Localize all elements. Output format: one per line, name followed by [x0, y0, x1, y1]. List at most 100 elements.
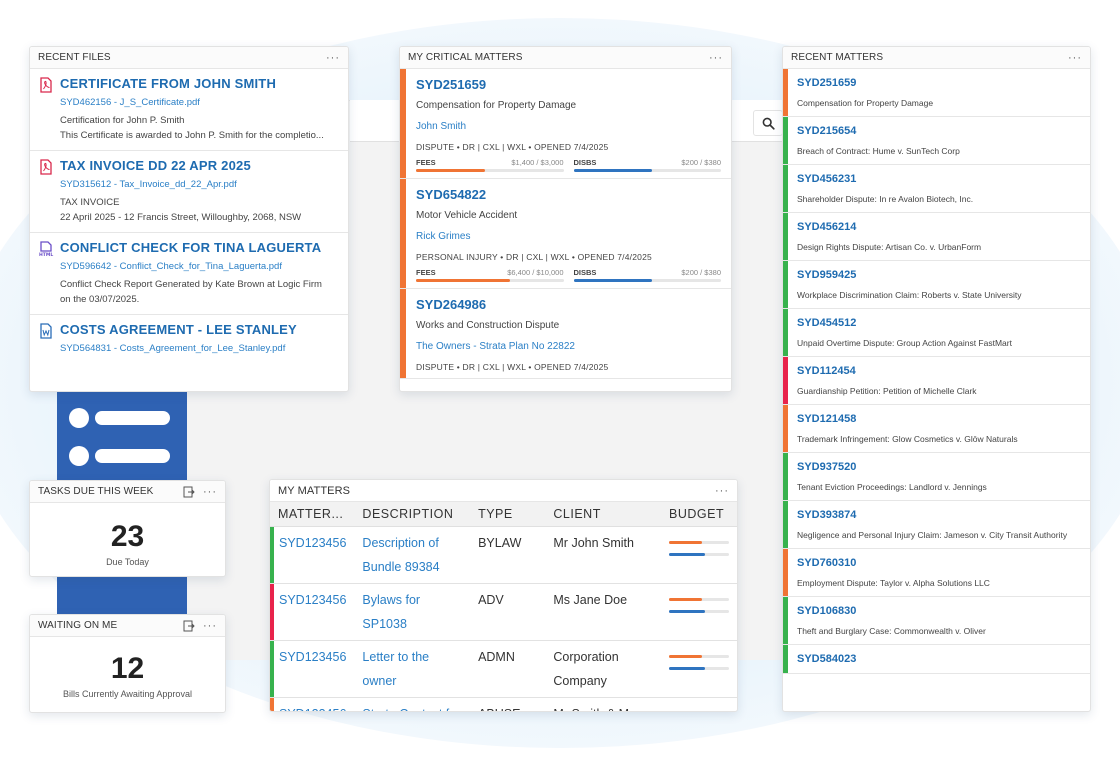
file-item[interactable]: HTML CONFLICT CHECK FOR TINA LAGUERTA SYD5… — [30, 233, 348, 315]
matter-id[interactable]: SYD251659 — [797, 76, 1080, 91]
matter-id[interactable]: SYD106830 — [797, 604, 1080, 619]
column-header[interactable]: DESCRIPTION — [354, 502, 471, 527]
svg-text:HTML: HTML — [39, 252, 53, 257]
matter-id[interactable]: SYD121458 — [797, 412, 1080, 427]
more-options-icon[interactable]: ··· — [326, 52, 340, 64]
critical-matter-item[interactable]: SYD251659 Compensation for Property Damag… — [400, 69, 731, 179]
matter-id[interactable]: SYD264986 — [416, 296, 721, 314]
matter-id[interactable]: SYD393874 — [797, 508, 1080, 523]
fees-bar-track — [416, 279, 564, 282]
matter-id[interactable]: SYD456231 — [797, 172, 1080, 187]
more-options-icon[interactable]: ··· — [1068, 52, 1082, 64]
matter-id[interactable]: SYD251659 — [416, 76, 721, 94]
matter-id[interactable]: SYD760310 — [797, 556, 1080, 571]
file-title[interactable]: TAX INVOICE DD 22 APR 2025 — [60, 157, 338, 175]
matter-id[interactable]: SYD123456 — [279, 707, 346, 711]
table-row[interactable]: SYD123456 Strata Contact forABUSEMr Smith… — [270, 697, 737, 711]
matter-id-cell[interactable]: SYD123456 — [270, 583, 355, 641]
column-header[interactable]: TYPE — [470, 502, 546, 527]
budget-bar-track — [669, 655, 729, 658]
export-icon[interactable] — [183, 486, 195, 498]
recent-matter-item[interactable]: SYD456214 Design Rights Dispute: Artisan … — [783, 213, 1090, 261]
more-options-icon[interactable]: ··· — [715, 485, 729, 497]
recent-matter-item[interactable]: SYD112454 Guardianship Petition: Petition… — [783, 357, 1090, 405]
matter-id-cell[interactable]: SYD123456 — [270, 697, 355, 711]
matter-id[interactable]: SYD937520 — [797, 460, 1080, 475]
table-row[interactable]: SYD123456 Bylaws for SP1038 ADV Ms Jane Doe — [270, 583, 737, 641]
matter-id[interactable]: SYD123456 — [279, 593, 346, 607]
fees-progress: FEES $1,400 / $3,000 — [416, 158, 564, 172]
more-options-icon[interactable]: ··· — [203, 486, 217, 498]
recent-matter-item[interactable]: SYD215654 Breach of Contract: Hume v. Sun… — [783, 117, 1090, 165]
recent-matters-header: RECENT MATTERS ··· — [783, 47, 1090, 69]
matter-id[interactable]: SYD123456 — [279, 650, 346, 664]
recent-matter-item[interactable]: SYD937520 Tenant Eviction Proceedings: La… — [783, 453, 1090, 501]
type-cell: ABUSE — [470, 697, 546, 711]
recent-matter-item[interactable]: SYD106830 Theft and Burglary Case: Common… — [783, 597, 1090, 645]
recent-matter-item[interactable]: SYD959425 Workplace Discrimination Claim:… — [783, 261, 1090, 309]
file-title[interactable]: CONFLICT CHECK FOR TINA LAGUERTA — [60, 239, 338, 257]
table-row[interactable]: SYD123456 Description of Bundle 89384 BYLA… — [270, 526, 737, 584]
recent-matter-item[interactable]: SYD393874 Negligence and Personal Injury … — [783, 501, 1090, 549]
file-title[interactable]: COSTS AGREEMENT - LEE STANLEY — [60, 321, 338, 339]
export-icon[interactable] — [183, 620, 195, 632]
matter-description: Compensation for Property Damage — [416, 100, 577, 111]
disbs-label-row: DISBS $200 / $380 — [574, 158, 722, 167]
status-strip — [783, 453, 788, 500]
fees-bar-track — [416, 169, 564, 172]
html-file-icon: HTML — [38, 241, 54, 258]
matter-client-link[interactable]: Rick Grimes — [416, 231, 721, 242]
column-header[interactable]: BUDGET — [661, 502, 737, 527]
fees-bar-fill — [416, 279, 511, 282]
recent-matter-item[interactable]: SYD584023 — [783, 645, 1090, 674]
file-name-link[interactable]: SYD462156 - J_S_Certificate.pdf — [60, 96, 338, 110]
matter-client-link[interactable]: John Smith — [416, 121, 721, 132]
more-options-icon[interactable]: ··· — [203, 620, 217, 632]
file-description: Certification for John P. Smith — [60, 115, 185, 126]
file-name-link[interactable]: SYD564831 - Costs_Agreement_for_Lee_Stan… — [60, 342, 338, 356]
matter-id[interactable]: SYD654822 — [416, 186, 721, 204]
description-cell[interactable]: Description of Bundle 89384 — [354, 526, 471, 584]
recent-matter-item[interactable]: SYD456231 Shareholder Dispute: In re Aval… — [783, 165, 1090, 213]
matter-id-cell[interactable]: SYD123456 — [270, 640, 355, 698]
recent-matter-item[interactable]: SYD760310 Employment Dispute: Taylor v. A… — [783, 549, 1090, 597]
disbs-label: DISBS — [573, 158, 597, 167]
matter-id[interactable]: SYD584023 — [797, 652, 1080, 667]
file-item[interactable]: CERTIFICATE FROM JOHN SMITH SYD462156 - J… — [30, 69, 348, 151]
recent-matter-item[interactable]: SYD121458 Trademark Infringement: Glow Co… — [783, 405, 1090, 453]
file-name-link[interactable]: SYD315612 - Tax_Invoice_dd_22_Apr.pdf — [60, 178, 338, 192]
description-cell[interactable]: Bylaws for SP1038 — [354, 583, 471, 641]
client-cell: Corporation Company — [545, 640, 661, 698]
matter-id[interactable]: SYD215654 — [797, 124, 1080, 139]
file-name-link[interactable]: SYD596642 - Conflict_Check_for_Tina_Lagu… — [60, 260, 338, 274]
column-header[interactable]: MATTER... — [270, 502, 355, 527]
fees-label-row: FEES $1,400 / $3,000 — [416, 158, 564, 167]
file-item[interactable]: COSTS AGREEMENT - LEE STANLEY SYD564831 -… — [30, 315, 348, 363]
pdf-icon — [38, 77, 54, 93]
critical-matters-header: MY CRITICAL MATTERS ··· — [400, 47, 731, 69]
critical-matter-item[interactable]: SYD654822 Motor Vehicle Accident Rick Grim… — [400, 179, 731, 289]
matter-id[interactable]: SYD456214 — [797, 220, 1080, 235]
status-strip — [270, 698, 274, 711]
matter-id[interactable]: SYD112454 — [797, 364, 1080, 379]
description-cell[interactable]: Letter to the owner — [354, 640, 471, 698]
recent-matter-item[interactable]: SYD454512 Unpaid Overtime Dispute: Group … — [783, 309, 1090, 357]
search-button[interactable] — [753, 110, 783, 136]
file-title[interactable]: CERTIFICATE FROM JOHN SMITH — [60, 75, 338, 93]
fees-progress: FEES $6,400 / $10,000 — [416, 268, 564, 282]
matter-id[interactable]: SYD959425 — [797, 268, 1080, 283]
matter-id-cell[interactable]: SYD123456 — [270, 526, 355, 584]
matter-id[interactable]: SYD454512 — [797, 316, 1080, 331]
file-item[interactable]: TAX INVOICE DD 22 APR 2025 SYD315612 - Ta… — [30, 151, 348, 233]
budget-bar-fill — [669, 610, 705, 613]
budget-cell — [661, 583, 737, 641]
critical-matter-item[interactable]: SYD264986 Works and Construction Dispute T… — [400, 289, 731, 379]
more-options-icon[interactable]: ··· — [709, 52, 723, 64]
status-strip — [783, 405, 788, 452]
column-header[interactable]: CLIENT — [545, 502, 661, 527]
matter-client-link[interactable]: The Owners - Strata Plan No 22822 — [416, 341, 721, 352]
recent-matter-item[interactable]: SYD251659 Compensation for Property Damag… — [783, 69, 1090, 117]
matter-id[interactable]: SYD123456 — [279, 536, 346, 550]
description-cell[interactable]: Strata Contact for — [354, 697, 471, 711]
table-row[interactable]: SYD123456 Letter to the owner ADMN Corporat… — [270, 640, 737, 698]
